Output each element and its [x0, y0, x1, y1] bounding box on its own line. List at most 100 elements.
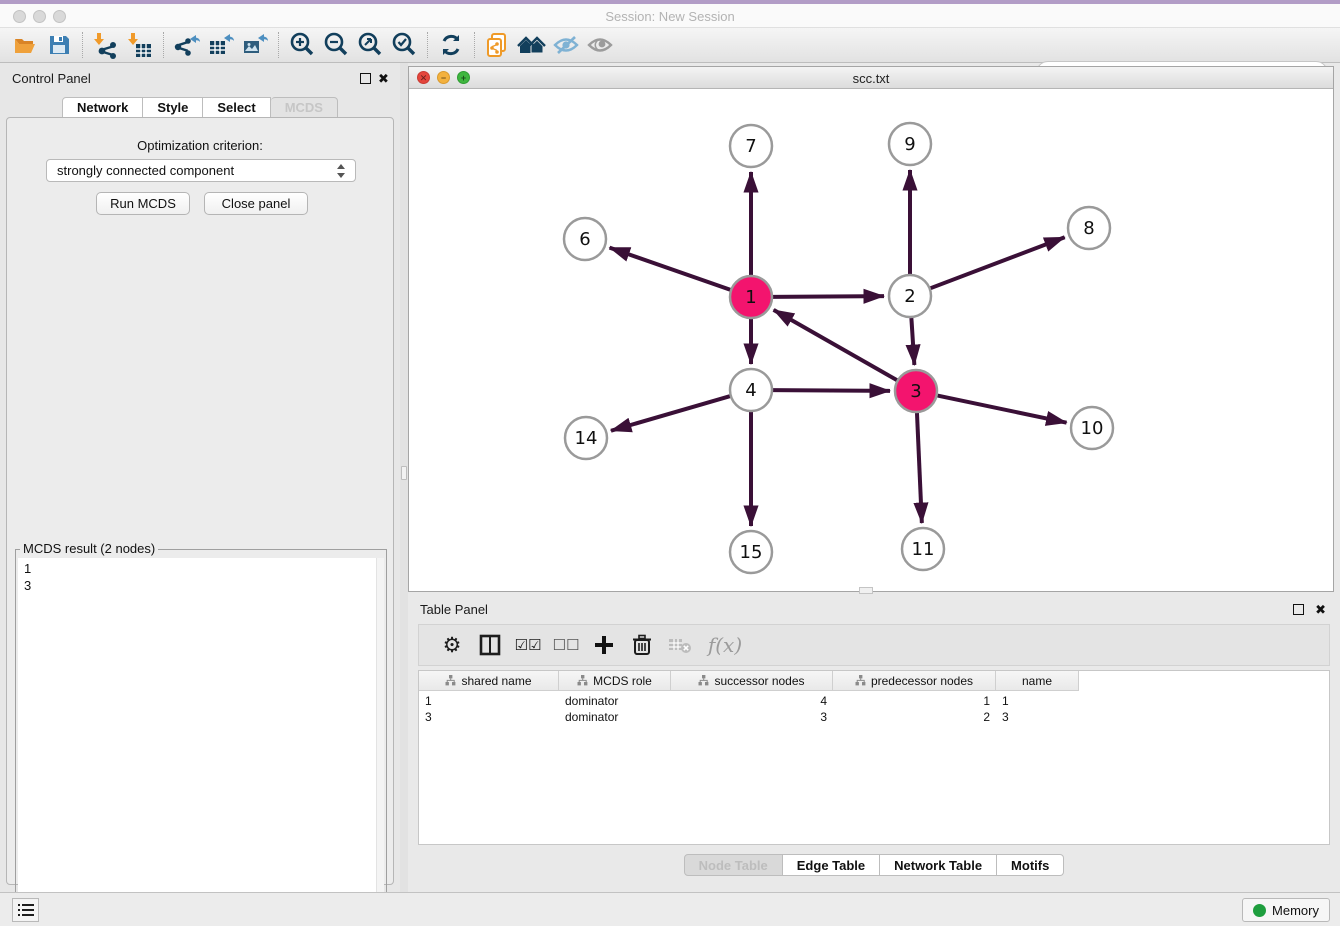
mcds-result-textarea[interactable]: 1 3: [18, 558, 376, 923]
network-graph: 7968124314101511: [409, 89, 1333, 591]
zoom-selected-icon[interactable]: [387, 30, 421, 60]
control-panel: Control Panel ✖ Network Style Select MCD…: [0, 63, 400, 892]
status-bar: Memory: [0, 892, 1340, 926]
list-icon: [18, 903, 34, 917]
column-view-icon[interactable]: [471, 628, 509, 662]
cell-name[interactable]: 3: [996, 709, 1079, 725]
export-network-icon[interactable]: [170, 30, 204, 60]
tab-select[interactable]: Select: [203, 97, 270, 118]
close-panel-icon[interactable]: ✖: [378, 73, 389, 84]
cell-shared-name[interactable]: 3: [419, 709, 559, 725]
cell-successor-nodes[interactable]: 4: [671, 693, 833, 709]
close-panel-button[interactable]: Close panel: [204, 192, 308, 215]
table-row[interactable]: 1 dominator 4 1 1: [419, 693, 1329, 709]
control-panel-tabs: Network Style Select MCDS: [0, 97, 400, 118]
result-line: 3: [24, 577, 376, 594]
result-scrollbar[interactable]: [376, 558, 384, 923]
mcds-result-title: MCDS result (2 nodes): [20, 541, 158, 556]
import-table-icon[interactable]: [123, 30, 157, 60]
memory-status-icon: [1253, 904, 1266, 917]
select-all-columns-icon[interactable]: ☑☑: [509, 628, 547, 662]
graph-edge-3-1[interactable]: [774, 310, 897, 380]
graph-edge-1-6[interactable]: [610, 248, 731, 290]
graph-node-label-2: 2: [904, 286, 915, 307]
graph-edge-2-3[interactable]: [911, 318, 914, 365]
panel-divider[interactable]: [400, 63, 408, 892]
graph-edge-1-2[interactable]: [773, 296, 884, 297]
show-all-icon[interactable]: [583, 30, 617, 60]
graph-edge-3-10[interactable]: [938, 396, 1067, 423]
column-header-shared-name[interactable]: shared name: [419, 671, 559, 691]
column-header-predecessor-nodes[interactable]: predecessor nodes: [833, 671, 996, 691]
toolbar-separator: [474, 32, 475, 58]
tab-style[interactable]: Style: [143, 97, 203, 118]
graph-node-label-15: 15: [740, 542, 763, 563]
function-builder-icon[interactable]: f(x): [699, 628, 751, 662]
toolbar-separator: [427, 32, 428, 58]
tab-network[interactable]: Network: [62, 97, 143, 118]
network-resize-grip[interactable]: [859, 587, 873, 594]
zoom-in-icon[interactable]: [285, 30, 319, 60]
network-canvas[interactable]: 7968124314101511: [409, 89, 1333, 591]
column-header-successor-nodes[interactable]: successor nodes: [671, 671, 833, 691]
optimization-criterion-select[interactable]: strongly connected component: [46, 159, 356, 182]
network-window: ✕ − + scc.txt 7968124314101511: [408, 66, 1334, 592]
memory-label: Memory: [1272, 903, 1319, 918]
delete-table-icon[interactable]: [661, 628, 699, 662]
cell-predecessor-nodes[interactable]: 2: [833, 709, 996, 725]
deselect-all-columns-icon[interactable]: ☐☐: [547, 628, 585, 662]
graph-edge-2-8[interactable]: [931, 237, 1065, 288]
zoom-fit-icon[interactable]: [353, 30, 387, 60]
control-panel-header: Control Panel ✖: [0, 68, 400, 90]
export-image-icon[interactable]: [238, 30, 272, 60]
apply-layout-icon[interactable]: [515, 30, 549, 60]
tab-node-table[interactable]: Node Table: [684, 854, 783, 876]
graph-node-label-10: 10: [1081, 418, 1104, 439]
cell-mcds-role[interactable]: dominator: [559, 693, 671, 709]
task-history-button[interactable]: [12, 898, 39, 922]
open-session-icon[interactable]: [8, 30, 42, 60]
refresh-layout-icon[interactable]: [434, 30, 468, 60]
cell-successor-nodes[interactable]: 3: [671, 709, 833, 725]
toolbar-separator: [278, 32, 279, 58]
result-line: 1: [24, 560, 376, 577]
table-panel-title: Table Panel: [420, 602, 488, 617]
close-table-panel-icon[interactable]: ✖: [1315, 604, 1326, 615]
graph-node-label-7: 7: [745, 136, 756, 157]
column-header-mcds-role[interactable]: MCDS role: [559, 671, 671, 691]
float-panel-icon[interactable]: [360, 73, 371, 84]
tab-motifs[interactable]: Motifs: [997, 854, 1064, 876]
column-header-name[interactable]: name: [996, 671, 1079, 691]
tab-edge-table[interactable]: Edge Table: [783, 854, 880, 876]
run-mcds-button[interactable]: Run MCDS: [96, 192, 190, 215]
graph-node-label-9: 9: [904, 134, 915, 155]
network-window-titlebar[interactable]: ✕ − + scc.txt: [409, 67, 1333, 89]
tab-mcds[interactable]: MCDS: [271, 97, 338, 118]
tab-network-table[interactable]: Network Table: [880, 854, 997, 876]
graph-edge-4-3[interactable]: [773, 390, 890, 391]
divider-grip[interactable]: [401, 466, 407, 480]
mcds-result-group: MCDS result (2 nodes) 1 3: [15, 549, 387, 926]
main-content: Control Panel ✖ Network Style Select MCD…: [0, 63, 1340, 892]
import-network-icon[interactable]: [89, 30, 123, 60]
cell-name[interactable]: 1: [996, 693, 1079, 709]
optimization-criterion-label: Optimization criterion:: [7, 138, 393, 153]
duplicate-network-icon[interactable]: [481, 30, 515, 60]
delete-column-trash-icon[interactable]: [623, 628, 661, 662]
zoom-out-icon[interactable]: [319, 30, 353, 60]
graph-node-label-8: 8: [1083, 218, 1094, 239]
save-session-icon[interactable]: [42, 30, 76, 60]
create-column-plus-icon[interactable]: [585, 628, 623, 662]
cell-shared-name[interactable]: 1: [419, 693, 559, 709]
graph-node-label-6: 6: [579, 229, 590, 250]
float-table-panel-icon[interactable]: [1293, 604, 1304, 615]
memory-button[interactable]: Memory: [1242, 898, 1330, 922]
hide-selected-icon[interactable]: [549, 30, 583, 60]
cell-mcds-role[interactable]: dominator: [559, 709, 671, 725]
graph-edge-3-11[interactable]: [917, 413, 922, 523]
table-row[interactable]: 3 dominator 3 2 3: [419, 709, 1329, 725]
table-settings-gear-icon[interactable]: ⚙: [433, 628, 471, 662]
cell-predecessor-nodes[interactable]: 1: [833, 693, 996, 709]
export-table-icon[interactable]: [204, 30, 238, 60]
graph-edge-4-14[interactable]: [611, 396, 730, 431]
